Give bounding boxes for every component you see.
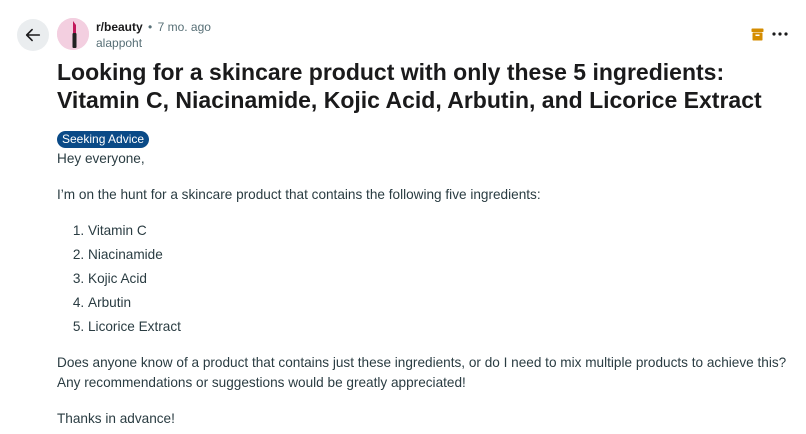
post-body: Hey everyone, I’m on the hunt for a skin…: [57, 149, 792, 434]
body-greeting: Hey everyone,: [57, 151, 145, 166]
post-time: 7 mo. ago: [157, 20, 211, 34]
body-intro: I’m on the hunt for a skincare product t…: [57, 187, 541, 202]
author-link[interactable]: alappoht: [96, 35, 211, 51]
list-item: Kojic Acid: [88, 269, 792, 289]
post-meta: r/beauty • 7 mo. ago alappoht: [96, 19, 211, 51]
meta-separator: •: [148, 20, 153, 34]
body-closing: Thanks in advance!: [57, 411, 175, 426]
archive-icon: [751, 28, 764, 41]
post-flair[interactable]: Seeking Advice: [57, 131, 150, 148]
subreddit-link[interactable]: r/beauty: [96, 20, 143, 34]
ingredient-list: Vitamin C Niacinamide Kojic Acid Arbutin…: [57, 221, 792, 337]
post-meta-row: r/beauty • 7 mo. ago: [96, 19, 211, 35]
more-horizontal-icon: [772, 32, 788, 36]
list-item: Arbutin: [88, 293, 792, 313]
lipstick-icon: [57, 18, 89, 50]
list-item: Licorice Extract: [88, 317, 792, 337]
subreddit-avatar[interactable]: [57, 18, 89, 50]
post-page: r/beauty • 7 mo. ago alappoht Looking fo…: [0, 0, 806, 434]
post-title: Looking for a skincare product with only…: [57, 59, 762, 113]
list-item: Niacinamide: [88, 245, 792, 265]
back-button[interactable]: [17, 19, 49, 51]
list-item: Vitamin C: [88, 221, 792, 241]
more-options-button[interactable]: [770, 24, 790, 44]
body-question: Does anyone know of a product that conta…: [57, 355, 787, 390]
arrow-left-icon: [25, 28, 41, 42]
